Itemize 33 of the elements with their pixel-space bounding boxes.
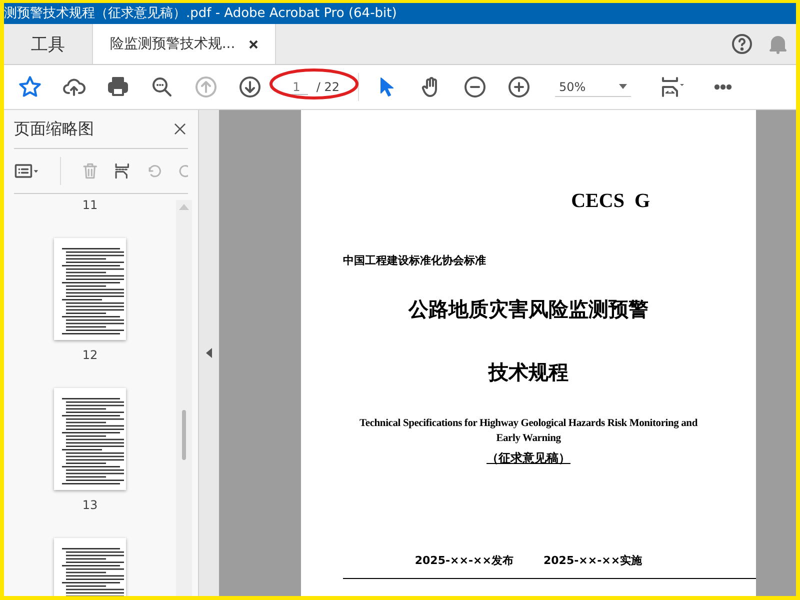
effective-date: 2025-××-××实施 xyxy=(544,553,642,568)
zoom-dropdown[interactable]: 50% xyxy=(555,78,631,96)
arrow-down-icon[interactable] xyxy=(238,75,262,99)
english-title: Technical Specifications for Highway Geological Hazards Risk Monitoring and Early Warning xyxy=(358,417,698,446)
zoom-out-icon[interactable] xyxy=(463,75,487,99)
document-title: 技术规程 xyxy=(487,359,570,386)
close-icon[interactable] xyxy=(249,40,258,48)
page-label: 12 xyxy=(82,348,98,362)
scrollbar-thumb[interactable] xyxy=(182,410,186,460)
caret-icon xyxy=(619,84,627,89)
zoom-in-icon[interactable] xyxy=(507,75,531,99)
draft-note: （征求意见稿） xyxy=(486,450,570,467)
panel-title: 页面缩略图 xyxy=(14,118,94,140)
issue-date: 2025-××-××发布 xyxy=(414,553,514,568)
search-icon[interactable] xyxy=(150,75,174,99)
page-count: / 22 xyxy=(316,80,340,94)
print-icon[interactable] xyxy=(106,75,130,99)
help-icon[interactable] xyxy=(730,32,754,56)
page-label: 13 xyxy=(82,498,98,512)
panel-toggle[interactable] xyxy=(199,110,219,596)
standard-code: CECS G xyxy=(571,190,650,213)
publisher-line: 中国工程建设标准化协会标准 xyxy=(343,253,487,268)
caret-left-icon[interactable] xyxy=(206,348,212,358)
page-thumbnail[interactable] xyxy=(54,238,126,340)
page-number-field[interactable]: 1 xyxy=(284,80,308,94)
window-title: 测预警技术规程（征求意见稿）.pdf - Adobe Acrobat Pro (64-bit) xyxy=(4,3,796,24)
close-icon[interactable] xyxy=(172,121,188,137)
document-title: 公路地质灾害风险监测预警 xyxy=(407,296,650,323)
tab[interactable]: 险监测预警技术规... xyxy=(93,24,276,64)
page-thumbnail[interactable] xyxy=(54,388,126,490)
page-label: 11 xyxy=(82,198,98,212)
star-icon[interactable] xyxy=(17,74,43,100)
scrollbar[interactable] xyxy=(176,200,192,596)
